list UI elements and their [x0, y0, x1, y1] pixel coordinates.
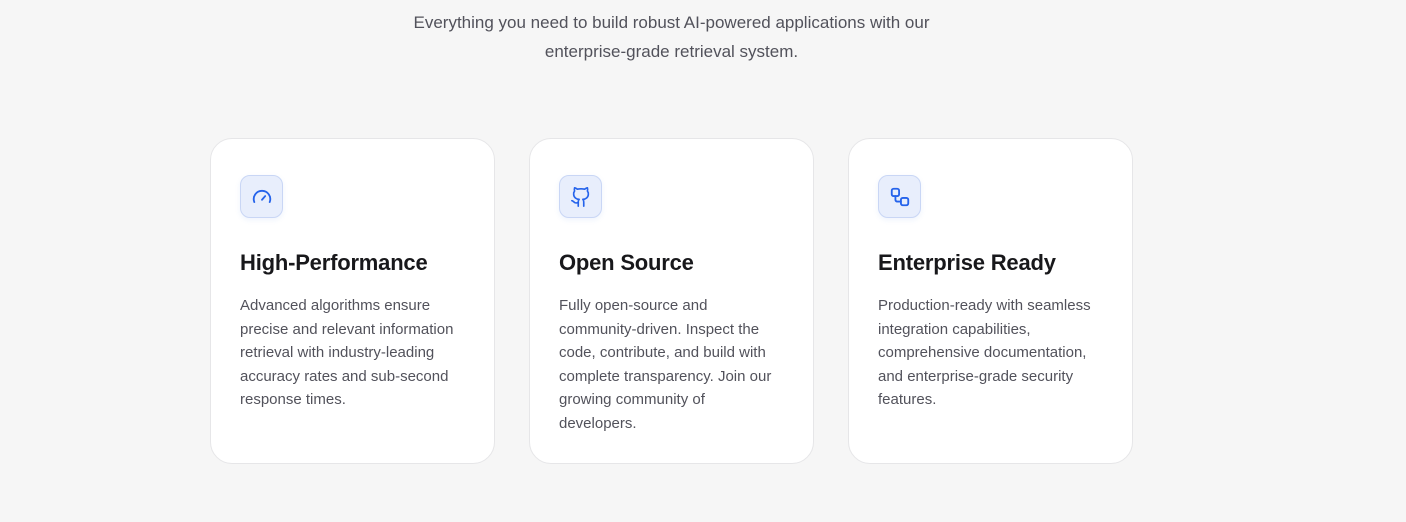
feature-description: Advanced algorithms ensure precise and r…	[240, 297, 454, 408]
feature-card-enterprise-ready: Enterprise Ready Production-ready with s…	[848, 138, 1133, 464]
workflow-icon	[878, 175, 921, 218]
features-section: Everything you need to build robust AI-p…	[0, 0, 1406, 522]
feature-description: Fully open-source and community-driven. …	[559, 297, 772, 432]
section-subtitle: Everything you need to build robust AI-p…	[0, 8, 1343, 66]
feature-card-high-performance: High-Performance Advanced algorithms ens…	[210, 138, 495, 464]
feature-title: Enterprise Ready	[878, 250, 1056, 275]
github-icon	[559, 175, 602, 218]
feature-cards: High-Performance Advanced algorithms ens…	[210, 138, 1133, 464]
feature-title: High-Performance	[240, 250, 428, 275]
subtitle-line-1: Everything you need to build robust AI-p…	[413, 13, 930, 32]
feature-description: Production-ready with seamless integrati…	[878, 297, 1091, 408]
gauge-icon	[240, 175, 283, 218]
feature-title: Open Source	[559, 250, 694, 275]
subtitle-line-2: enterprise-grade retrieval system.	[544, 42, 799, 61]
feature-card-open-source: Open Source Fully open-source and commun…	[529, 138, 814, 464]
